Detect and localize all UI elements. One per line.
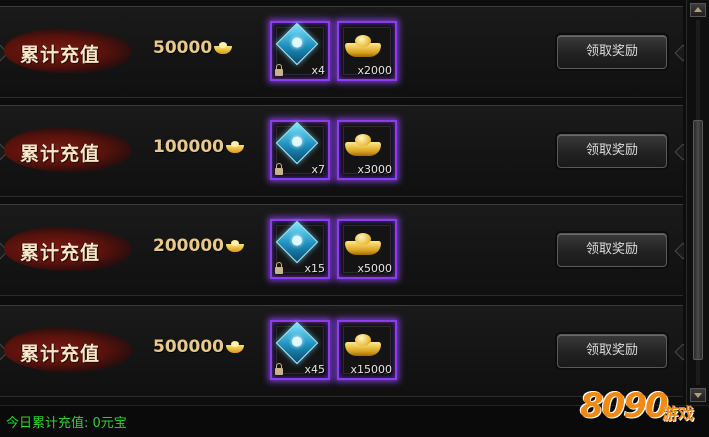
recharge-reward-panel: 累计充值 50000 x4 x2000 领取奖励 累计充值 100000 x7 … [0,0,709,437]
today-recharge-text: 今日累计充值: 0元宝 [6,416,127,431]
reward-row: 累计充值 200000 x15 x5000 领取奖励 [0,204,683,296]
gold-ingot-icon [345,35,381,57]
logo-text: 游戏 [662,404,695,423]
claim-reward-button[interactable]: 领取奖励 [557,35,667,69]
reward-item-slot[interactable]: x4 [270,21,330,81]
vertical-scrollbar[interactable] [686,0,709,405]
reward-list: 累计充值 50000 x4 x2000 领取奖励 累计充值 100000 x7 … [0,0,684,405]
lock-icon [275,64,283,76]
threshold-amount: 200000 [153,236,224,256]
reward-threshold: 200000 [153,236,244,256]
site-logo-watermark: 8090 游戏 [578,382,706,434]
lock-icon [275,363,283,375]
threshold-amount: 100000 [153,137,224,157]
gold-ingot-icon [345,134,381,156]
reward-banner: 累计充值 [4,29,132,73]
threshold-amount: 500000 [153,337,224,357]
claim-reward-button[interactable]: 领取奖励 [557,334,667,368]
item-count: x2000 [357,64,392,77]
reward-label: 累计充值 [20,143,101,165]
reward-label: 累计充值 [20,343,101,365]
reward-item-slot[interactable]: x45 [270,320,330,380]
item-count: x45 [304,363,325,376]
item-count: x3000 [357,163,392,176]
threshold-amount: 50000 [153,38,213,58]
ingot-icon [225,341,244,353]
ingot-icon [225,240,244,252]
reward-item-slot[interactable]: x7 [270,120,330,180]
reward-threshold: 500000 [153,337,244,357]
claim-reward-button[interactable]: 领取奖励 [557,134,667,168]
ingot-icon [214,42,233,54]
reward-item-slot[interactable]: x5000 [337,219,397,279]
gold-ingot-icon [345,233,381,255]
logo-number: 8090 [580,386,669,426]
reward-item-slot[interactable]: x15000 [337,320,397,380]
lock-icon [275,262,283,274]
reward-threshold: 50000 [153,38,233,58]
scroll-up-icon[interactable] [690,3,706,17]
reward-item-slot[interactable]: x3000 [337,120,397,180]
reward-banner: 累计充值 [4,128,132,172]
reward-item-slot[interactable]: x2000 [337,21,397,81]
reward-banner: 累计充值 [4,227,132,271]
ingot-icon [225,141,244,153]
scroll-thumb[interactable] [693,120,703,360]
reward-banner: 累计充值 [4,328,132,372]
reward-row: 累计充值 100000 x7 x3000 领取奖励 [0,105,683,197]
reward-label: 累计充值 [20,242,101,264]
item-count: x5000 [357,262,392,275]
reward-label: 累计充值 [20,44,101,66]
gold-ingot-icon [345,334,381,356]
claim-reward-button[interactable]: 领取奖励 [557,233,667,267]
item-count: x7 [311,163,325,176]
item-count: x15000 [350,363,392,376]
item-count: x4 [311,64,325,77]
reward-item-slot[interactable]: x15 [270,219,330,279]
reward-row: 累计充值 50000 x4 x2000 领取奖励 [0,6,683,98]
reward-threshold: 100000 [153,137,244,157]
item-count: x15 [304,262,325,275]
lock-icon [275,163,283,175]
